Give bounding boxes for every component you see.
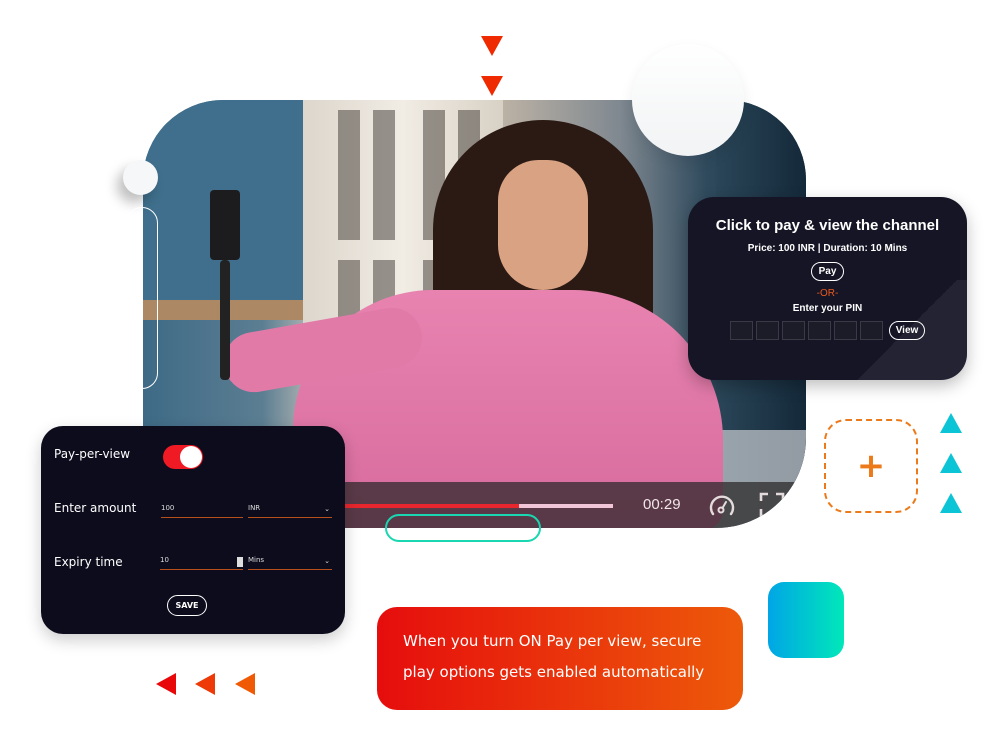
triangle-down-icon xyxy=(481,76,503,96)
expiry-input[interactable]: 10 xyxy=(160,556,243,570)
triangle-left-icon xyxy=(156,673,176,695)
triangle-up-icon xyxy=(940,453,962,473)
ppv-label: Pay-per-view xyxy=(54,447,131,461)
current-time: 00:29 xyxy=(643,496,681,513)
save-button[interactable]: SAVE xyxy=(167,595,207,616)
triangle-down-icon xyxy=(481,36,503,56)
person-face xyxy=(498,160,588,290)
expiry-label: Expiry time xyxy=(54,555,123,569)
add-placeholder: + xyxy=(824,419,918,513)
triangle-up-icon xyxy=(940,493,962,513)
amount-input[interactable]: 100 xyxy=(161,504,243,518)
banner-line-1: When you turn ON Pay per view, secure xyxy=(403,632,702,650)
decorative-outline-pill xyxy=(126,207,158,389)
expiry-unit-select[interactable]: Mins ⌄ xyxy=(248,556,332,570)
amount-label: Enter amount xyxy=(54,501,137,515)
triangle-left-icon xyxy=(195,673,215,695)
price-duration-text: Price: 100 INR | Duration: 10 Mins xyxy=(747,243,908,254)
number-spinner-icon[interactable] xyxy=(237,557,243,567)
fullscreen-icon[interactable] xyxy=(759,492,785,518)
ppv-toggle[interactable] xyxy=(163,445,203,469)
triangle-up-icon xyxy=(940,413,962,433)
progress-played xyxy=(343,504,519,508)
pay-prompt-title: Click to pay & view the channel xyxy=(715,217,940,234)
pin-digit-3[interactable] xyxy=(781,321,805,340)
decorative-circle-large xyxy=(632,44,744,156)
chevron-down-icon: ⌄ xyxy=(324,557,330,565)
decorative-gradient-square xyxy=(768,582,844,658)
pay-button[interactable]: Pay xyxy=(810,262,845,281)
currency-select[interactable]: INR ⌄ xyxy=(248,504,332,518)
plus-icon: + xyxy=(856,446,886,486)
pin-digit-2[interactable] xyxy=(755,321,779,340)
pay-per-view-settings: Pay-per-view Enter amount 100 INR ⌄ Expi… xyxy=(41,426,345,634)
triangle-left-icon xyxy=(235,673,255,695)
teal-outline-pill xyxy=(385,514,541,542)
playback-speed-icon[interactable] xyxy=(708,492,736,520)
progress-bar[interactable] xyxy=(343,504,613,508)
chevron-down-icon: ⌄ xyxy=(324,505,330,513)
banner-line-2: play options gets enabled automatically xyxy=(403,663,705,681)
pin-digit-1[interactable] xyxy=(729,321,753,340)
decorative-circle-small xyxy=(123,160,158,195)
info-banner: When you turn ON Pay per view, secure pl… xyxy=(377,607,743,710)
pay-per-view-prompt: Click to pay & view the channel Price: 1… xyxy=(688,197,967,380)
pin-digit-4[interactable] xyxy=(807,321,831,340)
phone-tripod xyxy=(205,190,245,380)
